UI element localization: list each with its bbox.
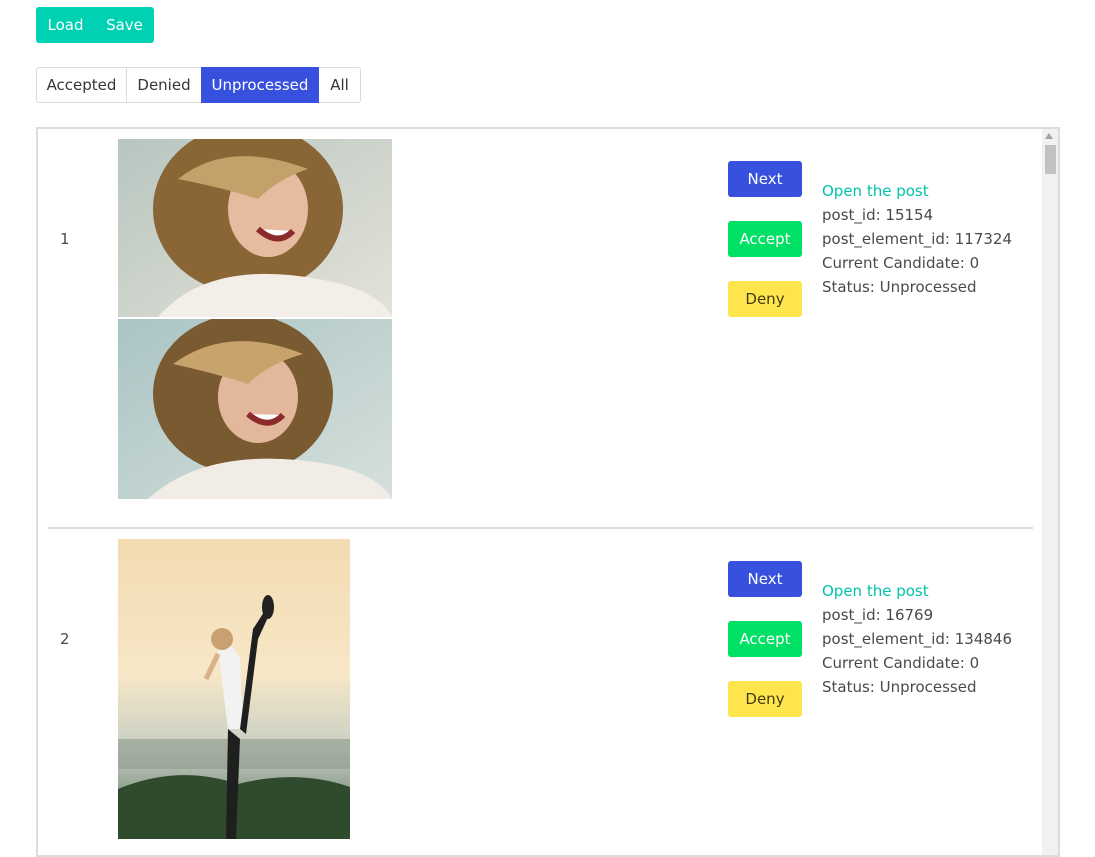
post-image — [118, 539, 350, 839]
save-button[interactable]: Save — [95, 7, 154, 43]
current-candidate-text: Current Candidate: 0 — [822, 654, 980, 672]
accept-button[interactable]: Accept — [728, 621, 802, 657]
post-info: Open the post post_id: 16769 post_elemen… — [822, 579, 1012, 699]
filter-accepted-button[interactable]: Accepted — [36, 67, 127, 103]
post-element-id-text: post_element_id: 134846 — [822, 630, 1013, 648]
filter-all-button[interactable]: All — [318, 67, 361, 103]
post-element-id-text: post_element_id: 117324 — [822, 230, 1013, 248]
list-item: 2 Next Accept Deny Open the post post_id… — [48, 529, 1033, 855]
scrollbar[interactable] — [1042, 129, 1058, 855]
scroll-up-arrow-icon[interactable] — [1045, 133, 1053, 139]
status-text: Status: Unprocessed — [822, 278, 977, 296]
load-button[interactable]: Load — [36, 7, 95, 43]
post-image — [118, 139, 392, 317]
open-post-link[interactable]: Open the post — [822, 182, 929, 200]
filter-denied-button[interactable]: Denied — [126, 67, 202, 103]
next-button[interactable]: Next — [728, 561, 802, 597]
deny-button[interactable]: Deny — [728, 281, 802, 317]
filter-unprocessed-button[interactable]: Unprocessed — [201, 67, 319, 103]
scroll-thumb[interactable] — [1045, 145, 1056, 174]
status-filter-group: Accepted Denied Unprocessed All — [36, 67, 361, 103]
next-button[interactable]: Next — [728, 161, 802, 197]
status-text: Status: Unprocessed — [822, 678, 977, 696]
deny-button[interactable]: Deny — [728, 681, 802, 717]
item-index: 1 — [60, 230, 70, 248]
image-column — [118, 139, 392, 499]
post-list[interactable]: 1 Next Accept Deny Open the post post_id… — [36, 127, 1060, 857]
item-index: 2 — [60, 630, 70, 648]
current-candidate-text: Current Candidate: 0 — [822, 254, 980, 272]
open-post-link[interactable]: Open the post — [822, 582, 929, 600]
post-id-text: post_id: 15154 — [822, 206, 934, 224]
accept-button[interactable]: Accept — [728, 221, 802, 257]
list-item: 1 Next Accept Deny Open the post post_id… — [48, 129, 1033, 529]
image-column — [118, 539, 350, 839]
post-image — [118, 319, 392, 499]
post-info: Open the post post_id: 15154 post_elemen… — [822, 179, 1012, 299]
post-id-text: post_id: 16769 — [822, 606, 934, 624]
